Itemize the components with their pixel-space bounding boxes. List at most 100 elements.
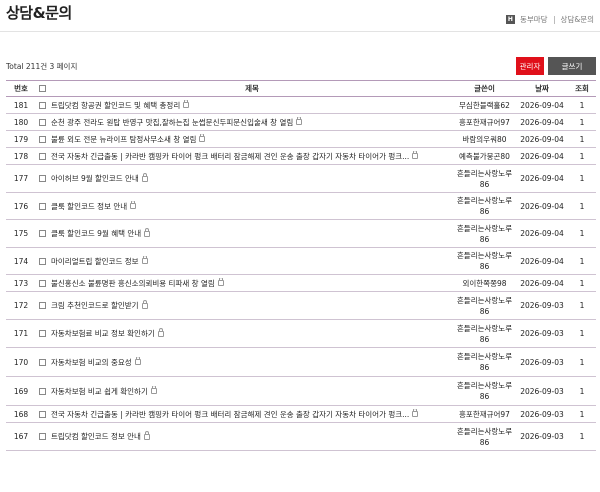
row-subject-link[interactable]: 크림 추천인코드로 할인받기: [51, 301, 139, 310]
row-views: 1: [579, 229, 585, 238]
row-checkbox[interactable]: [38, 279, 46, 287]
row-checkbox[interactable]: [38, 152, 46, 160]
row-date: 2026-09-03: [520, 329, 564, 338]
row-subject-link[interactable]: 불신홍신소 불륜명판 흥신소의뢰비용 티파새 창 열림: [51, 279, 215, 288]
row-subject-link[interactable]: 아이허브 9월 할인코드 안내: [51, 174, 139, 183]
row-writer[interactable]: 바람의우쿼80: [453, 134, 516, 145]
row-writer[interactable]: 예측불가뭉곤80: [453, 151, 516, 162]
row-subject-link[interactable]: 전국 자동차 긴급출동 | 카라반 캠핑카 타이어 펑크 배터리 잠금해제 견인…: [51, 410, 409, 419]
row-views: 1: [579, 201, 585, 211]
write-button[interactable]: 글쓰기: [548, 57, 596, 75]
row-subject-link[interactable]: 클룩 할인코드 9월 혜택 안내: [51, 229, 141, 238]
row-checkbox[interactable]: [38, 410, 46, 418]
table-row[interactable]: 178 전국 자동차 긴급출동 | 카라반 캠핑카 타이어 펑크 배터리 잠금해제…: [6, 148, 596, 165]
row-subject-link[interactable]: 마이리얼트립 할인코드 정보: [51, 257, 139, 266]
row-num: 172: [13, 301, 29, 310]
breadcrumb: H 동부마당 상담&문의: [505, 14, 594, 25]
row-checkbox[interactable]: [38, 257, 46, 265]
table-row[interactable]: 176 클룩 할인코드 정보 안내 흔들리는사랑노루86 2026-09-04 1: [6, 193, 596, 220]
row-num: 179: [13, 134, 29, 144]
row-checkbox[interactable]: [38, 387, 46, 395]
table-row[interactable]: 171 자동차보험료 비교 정보 확인하기 흔들리는사랑노루86 2026-09-03…: [6, 320, 596, 348]
row-checkbox[interactable]: [38, 135, 46, 143]
admin-button[interactable]: 관리자: [516, 57, 544, 75]
select-all-checkbox[interactable]: [38, 85, 46, 92]
row-check-cell: [36, 101, 48, 109]
row-checkbox[interactable]: [38, 302, 46, 309]
row-writer[interactable]: 흔들리는사랑노루86: [453, 351, 516, 373]
row-checkbox[interactable]: [38, 330, 46, 337]
row-subject-link[interactable]: 자동차보험 비교 쉽게 확인하기: [51, 387, 148, 396]
row-subject-link[interactable]: 트립닷컴 항공권 할인코드 및 혜택 총정리: [51, 101, 180, 110]
row-checkbox[interactable]: [38, 358, 46, 366]
row-writer[interactable]: 흔들리는사랑노루86: [453, 426, 516, 448]
breadcrumb-current[interactable]: 상담&문의: [561, 14, 594, 25]
row-subject-cell: 불신홍신소 불륜명판 흥신소의뢰비용 티파새 창 열림: [48, 277, 453, 289]
table-row[interactable]: 168 전국 자동차 긴급출동 | 카라반 캠핑카 타이어 펑크 배터리 잠금해제…: [6, 406, 596, 423]
row-subject-link[interactable]: 자동차보험료 비교 정보 확인하기: [51, 329, 155, 338]
row-views: 1: [579, 432, 585, 441]
lock-icon: [144, 228, 151, 237]
lock-icon: [143, 431, 150, 440]
page-title: 상담&문의: [6, 4, 72, 22]
row-check-cell: [36, 279, 48, 287]
row-writer[interactable]: 무심한블랙홀62: [453, 100, 516, 111]
lock-icon: [141, 300, 148, 309]
row-subject-link[interactable]: 클룩 할인코드 정보 안내: [51, 202, 127, 211]
table-row[interactable]: 172 크림 추천인코드로 할인받기 흔들리는사랑노루86 2026-09-03 1: [6, 292, 596, 320]
home-icon[interactable]: H: [505, 15, 515, 24]
header-views: 조회: [575, 84, 589, 93]
row-writer[interactable]: 외이한쪽쫑98: [453, 278, 516, 289]
row-checkbox[interactable]: [38, 118, 46, 126]
table-row[interactable]: 169 자동차보험 비교 쉽게 확인하기 흔들리는사랑노루86 2026-09-03 1: [6, 377, 596, 406]
row-subject-cell: 전국 자동차 긴급출동 | 카라반 캠핑카 타이어 펑크 배터리 잠금해제 견인…: [48, 150, 453, 162]
row-checkbox[interactable]: [38, 101, 46, 109]
row-writer[interactable]: 흔들리는사랑노루86: [453, 195, 516, 217]
lock-icon: [130, 200, 137, 209]
row-views: 1: [579, 357, 585, 367]
row-checkbox[interactable]: [38, 230, 46, 237]
table-row[interactable]: 181 트립닷컴 항공권 할인코드 및 혜택 총정리 무심한블랙홀62 2026-09…: [6, 97, 596, 114]
row-num: 175: [13, 229, 29, 238]
row-check-cell: [36, 358, 48, 366]
row-checkbox[interactable]: [38, 175, 46, 182]
row-num: 180: [13, 117, 29, 127]
row-writer[interactable]: 흔들리는사랑노루86: [453, 223, 516, 245]
table-row[interactable]: 173 불신홍신소 불륜명판 흥신소의뢰비용 티파새 창 열림 외이한쪽쫑98 202…: [6, 275, 596, 292]
row-subject-link[interactable]: 트립닷컴 할인코드 정보 안내: [51, 432, 141, 441]
row-check-cell: [36, 202, 48, 210]
row-subject-link[interactable]: 전국 자동차 긴급출동 | 카라반 캠핑카 타이어 펑크 배터리 잠금해제 견인…: [51, 152, 409, 161]
lock-icon: [150, 385, 157, 394]
row-num: 171: [13, 329, 29, 338]
row-checkbox[interactable]: [38, 433, 46, 440]
lock-icon: [134, 356, 141, 365]
row-writer[interactable]: 흔들리는사랑노루86: [453, 295, 516, 317]
row-writer[interactable]: 흥포한재규어97: [453, 117, 516, 128]
row-views: 1: [579, 174, 585, 183]
table-body: 181 트립닷컴 항공권 할인코드 및 혜택 총정리 무심한블랙홀62 2026-09…: [6, 97, 596, 451]
row-checkbox[interactable]: [38, 202, 46, 210]
row-writer[interactable]: 흔들리는사랑노루86: [453, 323, 516, 345]
row-views: 1: [579, 256, 585, 266]
lock-icon: [157, 328, 164, 337]
table-row[interactable]: 179 불륜 외도 전문 뉴라이프 탐정사무소새 창 열림 바람의우쿼80 2026-…: [6, 131, 596, 148]
row-check-cell: [36, 175, 48, 182]
row-writer[interactable]: 흥포한재규어97: [453, 409, 516, 420]
table-row[interactable]: 170 자동차보험 비교의 중요성 흔들리는사랑노루86 2026-09-03 1: [6, 348, 596, 377]
row-writer[interactable]: 흔들리는사랑노루86: [453, 380, 516, 402]
table-row[interactable]: 180 순천 광주 전라도 원탑 반영구 맛집,잘하는집 눈썹문신두피문신입술새 …: [6, 114, 596, 131]
table-row[interactable]: 174 마이리얼트립 할인코드 정보 흔들리는사랑노루86 2026-09-04 1: [6, 248, 596, 275]
row-subject-link[interactable]: 순천 광주 전라도 원탑 반영구 맛집,잘하는집 눈썹문신두피문신입술새 창 열…: [51, 118, 293, 127]
table-row[interactable]: 175 클룩 할인코드 9월 혜택 안내 흔들리는사랑노루86 2026-09-04 1: [6, 220, 596, 248]
row-subject-cell: 전국 자동차 긴급출동 | 카라반 캠핑카 타이어 펑크 배터리 잠금해제 견인…: [48, 408, 453, 420]
row-writer[interactable]: 흔들리는사랑노루86: [453, 168, 516, 190]
table-row[interactable]: 177 아이허브 9월 할인코드 안내 흔들리는사랑노루86 2026-09-04 1: [6, 165, 596, 193]
row-writer[interactable]: 흔들리는사랑노루86: [453, 250, 516, 272]
row-subject-link[interactable]: 불륜 외도 전문 뉴라이프 탐정사무소새 창 열림: [51, 135, 196, 144]
row-subject-link[interactable]: 자동차보험 비교의 중요성: [51, 358, 132, 367]
breadcrumb-section[interactable]: 동부마당: [520, 14, 548, 25]
header-writer: 글쓴이: [474, 84, 495, 93]
row-views: 1: [579, 386, 585, 396]
table-row[interactable]: 167 트립닷컴 할인코드 정보 안내 흔들리는사랑노루86 2026-09-03 1: [6, 423, 596, 451]
row-subject-cell: 마이리얼트립 할인코드 정보: [48, 255, 453, 267]
